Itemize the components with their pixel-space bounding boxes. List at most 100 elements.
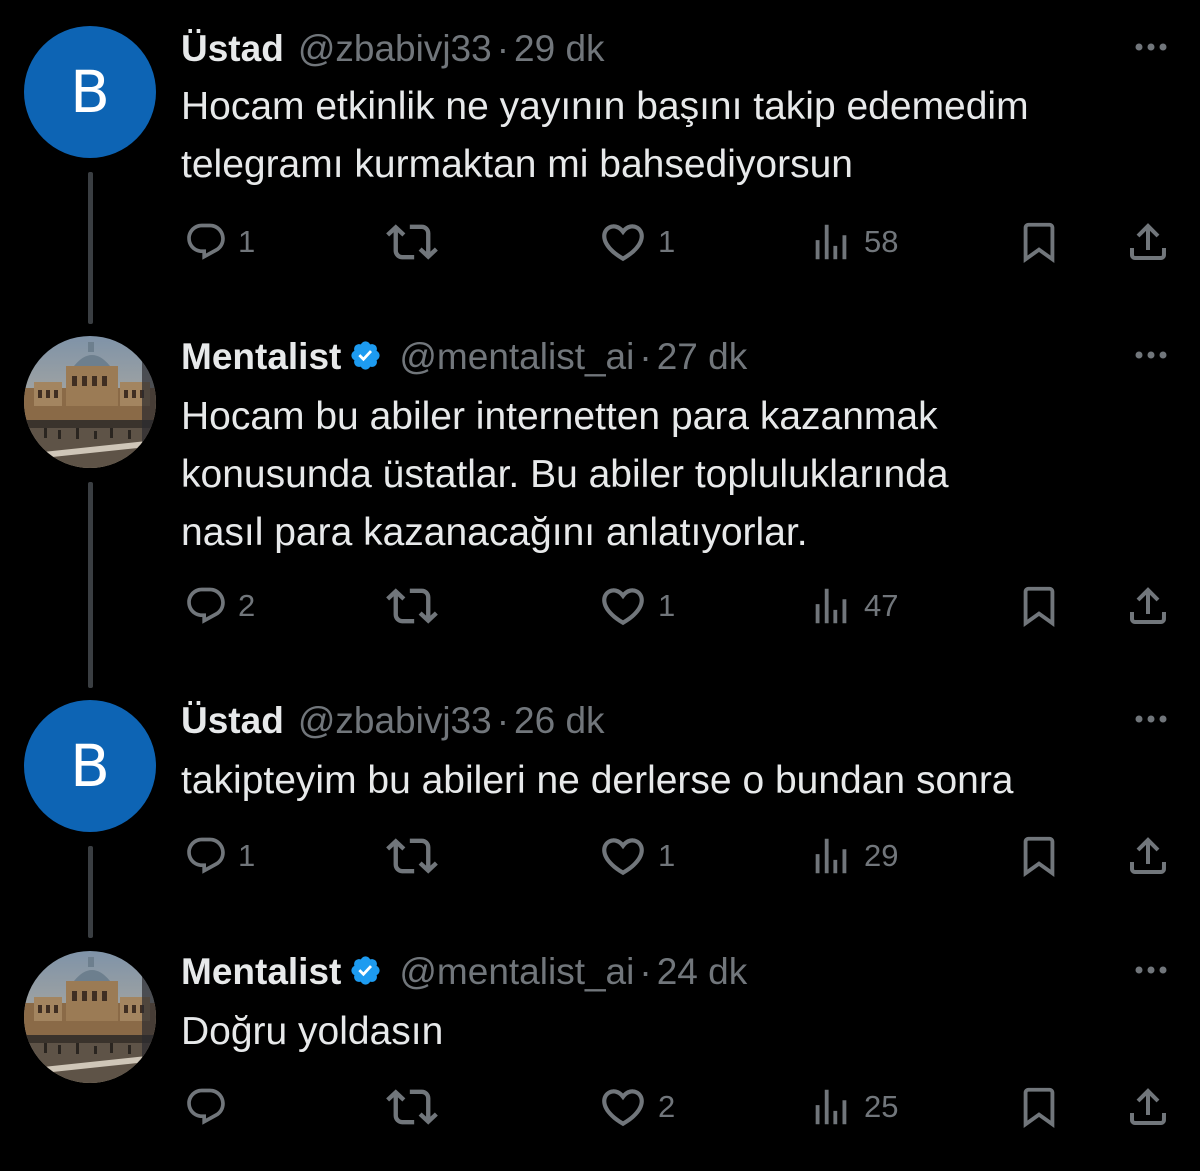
tweet-text: Hocam bu abiler internetten para kazanma… [181, 388, 1181, 562]
bookmark-icon [1016, 833, 1062, 879]
share-icon [1124, 1083, 1172, 1131]
avatar-letter: B [70, 58, 110, 126]
bookmark-button[interactable] [1016, 214, 1062, 270]
tweet-header: Mentalist @mentalist_ai · 27 dk [181, 332, 747, 382]
user-handle[interactable]: @zbabivj33 [298, 700, 492, 742]
timestamp[interactable]: 27 dk [657, 336, 748, 378]
more-icon[interactable] [1130, 955, 1172, 985]
tweet-text-line: telegramı kurmaktan mi bahsediyorsun [181, 143, 853, 186]
avatar[interactable] [24, 951, 156, 1083]
display-name[interactable]: Mentalist [181, 951, 341, 993]
repost-icon [386, 580, 438, 632]
avatar-photo [24, 336, 156, 468]
timestamp[interactable]: 29 dk [514, 28, 605, 70]
reply-icon [184, 220, 228, 264]
bookmark-button[interactable] [1016, 578, 1062, 634]
bookmark-button[interactable] [1016, 1079, 1062, 1135]
avatar[interactable]: B [24, 26, 156, 158]
views-button[interactable]: 58 [808, 214, 898, 270]
like-button[interactable]: 1 [598, 828, 675, 884]
share-button[interactable] [1124, 828, 1172, 884]
tweet-text-line: konusunda üstatlar. Bu abiler toplulukla… [181, 453, 949, 496]
like-count: 1 [658, 588, 676, 623]
share-icon [1124, 218, 1172, 266]
action-bar: 1 1 58 [0, 214, 1200, 270]
tweet-text: Hocam etkinlik ne yayının başını takip e… [181, 78, 1181, 194]
tweet-header: Mentalist @mentalist_ai · 24 dk [181, 947, 747, 997]
user-handle[interactable]: @mentalist_ai [399, 336, 634, 378]
views-button[interactable]: 29 [808, 828, 898, 884]
share-button[interactable] [1124, 578, 1172, 634]
reply-button[interactable] [184, 1079, 238, 1135]
action-bar: 2 25 [0, 1079, 1200, 1135]
display-name[interactable]: Üstad [181, 700, 284, 742]
view-count: 58 [864, 224, 899, 259]
view-count: 47 [864, 588, 899, 623]
separator-dot: · [496, 700, 510, 741]
bookmark-icon [1016, 583, 1062, 629]
action-bar: 2 1 47 [0, 578, 1200, 634]
separator-dot: · [639, 336, 652, 377]
like-count: 2 [658, 1089, 676, 1124]
views-button[interactable]: 25 [808, 1079, 898, 1135]
verified-badge-icon[interactable] [349, 954, 385, 990]
bookmark-button[interactable] [1016, 828, 1062, 884]
user-handle[interactable]: @mentalist_ai [399, 951, 634, 993]
reply-button[interactable]: 1 [184, 828, 255, 884]
repost-icon [386, 1081, 438, 1133]
share-button[interactable] [1124, 214, 1172, 270]
avatar-photo [24, 951, 156, 1083]
reply-count: 2 [238, 588, 256, 623]
tweet-text-line: takipteyim bu abileri ne derlerse o bund… [181, 759, 1014, 802]
separator-dot: · [496, 28, 510, 69]
views-icon [808, 219, 854, 265]
reply-button[interactable]: 2 [184, 578, 255, 634]
repost-button[interactable] [386, 828, 448, 884]
like-icon [598, 217, 648, 267]
reply-count: 1 [238, 224, 256, 259]
like-icon [598, 581, 648, 631]
more-icon[interactable] [1130, 340, 1172, 370]
reply-icon [184, 834, 228, 878]
like-button[interactable]: 2 [598, 1079, 675, 1135]
tweet-text-line: Hocam etkinlik ne yayının başını takip e… [181, 85, 1029, 128]
more-icon[interactable] [1130, 32, 1172, 62]
like-button[interactable]: 1 [598, 578, 675, 634]
tweet-text: takipteyim bu abileri ne derlerse o bund… [181, 752, 1181, 810]
reply-count: 1 [238, 838, 256, 873]
views-icon [808, 833, 854, 879]
avatar-letter: B [70, 732, 110, 800]
reply-icon [184, 1085, 228, 1129]
view-count: 29 [864, 838, 899, 873]
share-button[interactable] [1124, 1079, 1172, 1135]
repost-button[interactable] [386, 214, 448, 270]
verified-badge-icon[interactable] [349, 339, 385, 375]
more-icon[interactable] [1130, 704, 1172, 734]
reply-button[interactable]: 1 [184, 214, 255, 270]
action-bar: 1 1 29 [0, 828, 1200, 884]
like-icon [598, 1082, 648, 1132]
bookmark-icon [1016, 219, 1062, 265]
user-handle[interactable]: @zbabivj33 [298, 28, 492, 70]
tweet-text-line: nasıl para kazanacağını anlatıyorlar. [181, 511, 808, 554]
views-icon [808, 1084, 854, 1130]
display-name[interactable]: Mentalist [181, 336, 341, 378]
like-count: 1 [658, 838, 676, 873]
avatar[interactable] [24, 336, 156, 468]
like-button[interactable]: 1 [598, 214, 675, 270]
views-button[interactable]: 47 [808, 578, 898, 634]
timestamp[interactable]: 24 dk [657, 951, 748, 993]
share-icon [1124, 832, 1172, 880]
reply-icon [184, 584, 228, 628]
timestamp[interactable]: 26 dk [514, 700, 605, 742]
views-icon [808, 583, 854, 629]
share-icon [1124, 582, 1172, 630]
display-name[interactable]: Üstad [181, 28, 284, 70]
avatar[interactable]: B [24, 700, 156, 832]
repost-button[interactable] [386, 1079, 448, 1135]
like-icon [598, 831, 648, 881]
bookmark-icon [1016, 1084, 1062, 1130]
repost-button[interactable] [386, 578, 448, 634]
tweet-header: Üstad @zbabivj33 · 26 dk [181, 696, 605, 746]
repost-icon [386, 830, 438, 882]
